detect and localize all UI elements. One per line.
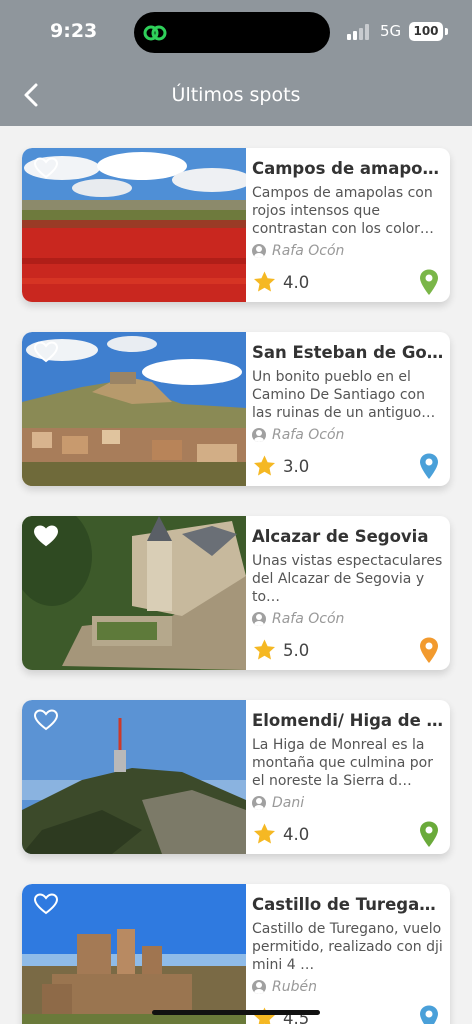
spot-title: Alcazar de Segovia (252, 527, 429, 546)
favorite-heart-icon[interactable] (34, 157, 58, 179)
favorite-heart-icon[interactable] (34, 525, 58, 547)
user-avatar-icon (252, 796, 266, 810)
user-avatar-icon (252, 244, 266, 258)
spot-description: La Higa de Monreal es la montaña que cul… (252, 737, 433, 789)
map-pin-icon[interactable] (418, 820, 440, 848)
spot-description: Un bonito pueblo en el Camino De Santiag… (252, 369, 436, 421)
spot-rating: 4.0 (283, 272, 310, 292)
spot-description: Castillo de Turegano, vuelo permitido, r… (252, 921, 443, 973)
map-pin-icon[interactable] (418, 452, 440, 480)
map-pin-icon[interactable] (418, 1004, 440, 1024)
spot-title: Elomendi/ Higa de M… (252, 711, 444, 730)
map-pin-icon[interactable] (418, 636, 440, 664)
spot-card[interactable]: Castillo de Turegano. Castillo de Turega… (22, 884, 450, 1024)
spot-title: Castillo de Turegano. (252, 895, 444, 914)
user-avatar-icon (252, 612, 266, 626)
spot-list: Campos de amapol… Campos de amapolas con… (22, 148, 450, 1024)
spot-author: Rafa Ocón (272, 243, 345, 259)
star-icon (254, 823, 275, 844)
network-type: 5G (380, 22, 402, 40)
spot-author: Rafa Ocón (272, 427, 345, 443)
header-bar: 9:23 5G 100 Últimos spots (0, 0, 472, 126)
user-avatar-icon (252, 428, 266, 442)
favorite-heart-icon[interactable] (34, 709, 58, 731)
status-time: 9:23 (50, 20, 98, 42)
home-indicator (152, 1010, 320, 1015)
link-icon (143, 25, 167, 41)
spot-author: Rafa Ocón (272, 611, 345, 627)
favorite-heart-icon[interactable] (34, 893, 58, 915)
battery-icon: 100 (409, 22, 443, 41)
spot-author: Rubén (272, 979, 317, 995)
spot-card[interactable]: Campos de amapol… Campos de amapolas con… (22, 148, 450, 302)
favorite-heart-icon[interactable] (34, 341, 58, 363)
spot-rating: 3.0 (283, 456, 310, 476)
spot-card[interactable]: Elomendi/ Higa de M… La Higa de Monreal … (22, 700, 450, 854)
spot-rating: 4.0 (283, 824, 310, 844)
page-title: Últimos spots (171, 84, 301, 106)
star-icon (254, 271, 275, 292)
spot-title: San Esteban de Gor… (252, 343, 444, 362)
spot-author: Dani (272, 795, 305, 811)
battery-tip (445, 28, 448, 35)
star-icon (254, 455, 275, 476)
spot-rating: 5.0 (283, 640, 310, 660)
signal-icon (347, 24, 369, 40)
user-avatar-icon (252, 980, 266, 994)
spot-title: Campos de amapol… (252, 159, 444, 178)
map-pin-icon[interactable] (418, 268, 440, 296)
spot-card[interactable]: Alcazar de Segovia Unas vistas espectacu… (22, 516, 450, 670)
spot-description: Unas vistas espectaculares del Alcazar d… (252, 553, 443, 605)
star-icon (254, 1007, 275, 1024)
spot-card[interactable]: San Esteban de Gor… Un bonito pueblo en … (22, 332, 450, 486)
dynamic-island (134, 12, 330, 53)
spot-description: Campos de amapolas con rojos intensos qu… (252, 185, 434, 237)
star-icon (254, 639, 275, 660)
